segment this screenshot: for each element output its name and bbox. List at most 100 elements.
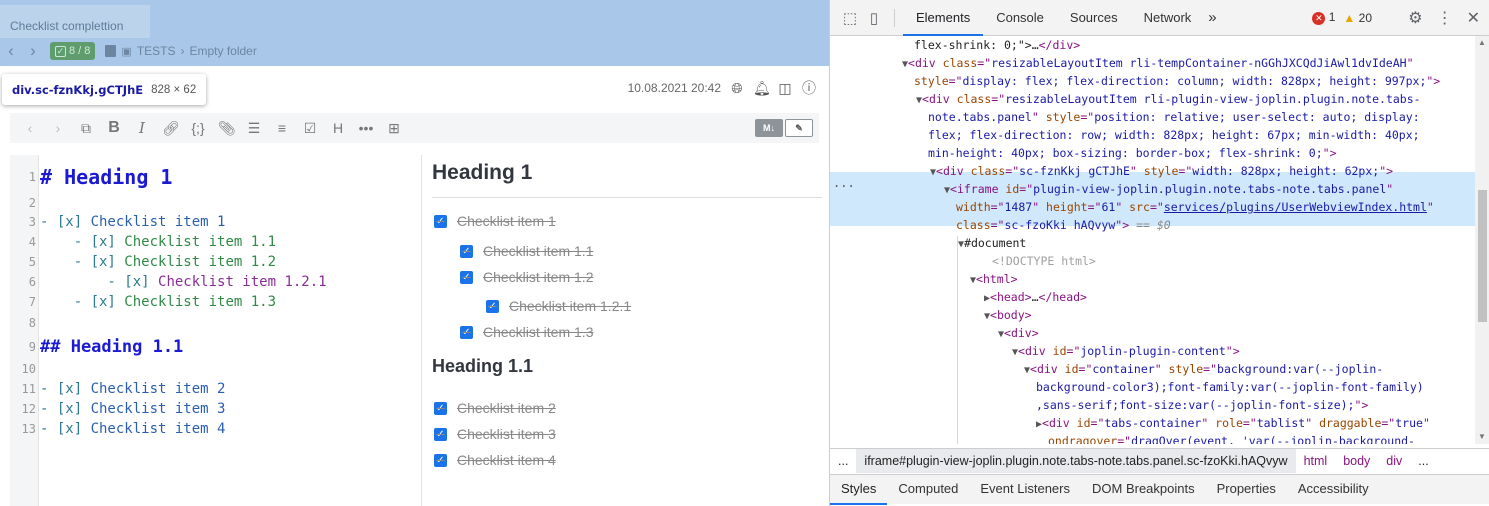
tab-event-listeners[interactable]: Event Listeners (969, 475, 1081, 505)
layout-toggle-icon[interactable]: ◫ (777, 80, 793, 96)
dom-node-line[interactable]: <!DOCTYPE html> (992, 253, 1096, 271)
warning-counter[interactable]: ▲ 20 (1343, 11, 1372, 25)
dom-node-line[interactable]: ▼<div class="resizableLayoutItem rli-tem… (902, 55, 1414, 73)
checkbox-icon[interactable]: ✓ (460, 244, 473, 258)
dom-node-line[interactable]: flex-shrink: 0;">…</div> (914, 37, 1080, 55)
tab-sources[interactable]: Sources (1057, 0, 1131, 36)
rich-text-toggle[interactable]: ✎ (785, 119, 813, 137)
settings-gear-icon[interactable]: ⚙ (1408, 8, 1422, 28)
more-icon[interactable]: ••• (358, 120, 374, 136)
dom-node-line[interactable]: note.tabs.panel" style="position: relati… (928, 109, 1420, 127)
node-actions-icon[interactable]: ... (833, 176, 855, 190)
todo-progress-badge[interactable]: ✓ 8 / 8 (50, 42, 96, 60)
editor-line[interactable]: 10 (10, 359, 420, 379)
close-icon[interactable]: ✕ (1467, 8, 1480, 28)
insert-datetime-icon[interactable]: ⊞ (386, 120, 402, 137)
tab-accessibility[interactable]: Accessibility (1287, 475, 1380, 505)
scroll-down-icon[interactable]: ▼ (1478, 432, 1486, 441)
dom-node-line[interactable]: ▼<div id="joplin-plugin-content"> (1012, 343, 1240, 361)
dom-node-line[interactable]: ▼#document (958, 235, 1026, 253)
dom-tree[interactable]: ... flex-shrink: 0;">…</div> ▼<div class=… (830, 36, 1475, 444)
attach-icon[interactable]: 📎︎ (218, 120, 236, 137)
scrollbar-thumb[interactable] (1478, 190, 1487, 322)
dom-scrollbar[interactable]: ▲ ▼ (1475, 36, 1489, 444)
info-icon[interactable]: ⓘ (801, 80, 817, 96)
checkbox-icon[interactable]: ✓ (460, 325, 473, 339)
dom-node-line[interactable]: min-height: 40px; box-sizing: border-box… (928, 145, 1337, 163)
checkbox-icon[interactable]: ✓ (434, 453, 447, 467)
tab-styles[interactable]: Styles (830, 475, 888, 505)
dom-node-line[interactable]: ▼<html> (970, 271, 1018, 289)
tab-network[interactable]: Network (1131, 0, 1205, 36)
editor-line[interactable]: 13 - [x] Checklist item 4 (10, 419, 420, 439)
italic-icon[interactable]: I (134, 119, 150, 137)
dom-node-line[interactable]: ▶<div id="tabs-container" role="tablist"… (1036, 415, 1430, 433)
breadcrumb-notebook[interactable]: TESTS (137, 44, 176, 58)
crumb-overflow[interactable]: ... (1410, 449, 1436, 473)
editor-line[interactable]: 3 - [x] Checklist item 1 (10, 212, 420, 232)
checkbox-icon[interactable]: ✓ (434, 401, 447, 415)
crumb-body[interactable]: body (1335, 449, 1378, 473)
kebab-menu-icon[interactable]: ⋮ (1437, 8, 1453, 28)
device-toolbar-icon[interactable]: ▯ (864, 8, 884, 28)
dom-node-line[interactable]: width="1487" height="61" src="services/p… (956, 199, 1434, 217)
bold-icon[interactable]: B (106, 119, 122, 137)
checkbox-icon[interactable]: ✓ (486, 299, 499, 313)
dom-node-line[interactable]: ▼<div class="resizableLayoutItem rli-plu… (916, 91, 1421, 109)
editor-line[interactable]: 4 - [x] Checklist item 1.1 (10, 232, 420, 252)
dom-node-line[interactable]: ▼<div> (998, 325, 1039, 343)
editor-line[interactable]: 6 - [x] Checklist item 1.2.1 (10, 272, 420, 292)
plugin-tab[interactable]: Checklist complettion (0, 5, 150, 38)
dom-node-line[interactable]: background-color3);font-family:var(--jop… (1036, 379, 1424, 397)
editor-line[interactable]: 2 (10, 193, 420, 213)
crumb-iframe[interactable]: iframe#plugin-view-joplin.plugin.note.ta… (856, 448, 1296, 473)
checkbox-icon[interactable]: ✓ (460, 270, 473, 284)
dom-node-line[interactable]: ,sans-serif;font-size:var(--joplin-font-… (1036, 397, 1368, 415)
forward-icon[interactable]: › (22, 41, 44, 61)
editor-line[interactable]: 8 (10, 313, 420, 333)
link-icon[interactable]: 🔗︎ (162, 120, 180, 137)
tab-elements[interactable]: Elements (903, 0, 984, 36)
scroll-up-icon[interactable]: ▲ (1478, 38, 1486, 47)
dom-node-line[interactable]: ▼<body> (984, 307, 1032, 325)
checkbox-icon[interactable]: ✓ (434, 214, 447, 228)
dom-node-line[interactable]: style="display: flex; flex-direction: co… (914, 73, 1440, 91)
dom-node-line[interactable]: flex; flex-direction: row; width: 828px;… (928, 127, 1420, 145)
bullet-list-icon[interactable]: ☰ (246, 120, 262, 137)
editor-line[interactable]: 7 - [x] Checklist item 1.3 (10, 292, 420, 312)
crumb-more[interactable]: ... (830, 449, 856, 473)
checkbox-icon[interactable]: ✓ (434, 427, 447, 441)
editor-line[interactable]: 11 - [x] Checklist item 2 (10, 379, 420, 399)
tab-title[interactable]: Checklist complettion (10, 19, 123, 33)
dom-node-line[interactable]: ondragover="dragOver(event, 'var(--jopli… (1048, 433, 1415, 444)
checklist-icon[interactable]: ☑ (302, 120, 318, 137)
globe-icon[interactable]: 🌐︎ (729, 80, 745, 96)
external-edit-icon[interactable]: ⧉ (78, 120, 94, 137)
dom-node-line[interactable]: ▼<iframe id="plugin-view-joplin.plugin.n… (944, 181, 1393, 199)
heading-icon[interactable]: H (330, 120, 346, 136)
dom-node-line[interactable]: ▼<div id="container" style="background:v… (1024, 361, 1383, 379)
breadcrumb-folder[interactable]: Empty folder (189, 44, 256, 58)
editor-line[interactable]: 9 ## Heading 1.1 (10, 337, 420, 357)
tab-properties[interactable]: Properties (1206, 475, 1287, 505)
tab-computed[interactable]: Computed (887, 475, 969, 505)
editor-line[interactable]: 1 # Heading 1 (10, 167, 420, 187)
tab-dom-breakpoints[interactable]: DOM Breakpoints (1081, 475, 1206, 505)
alarm-icon[interactable]: 🔔︎ (753, 80, 771, 96)
editor-line[interactable]: 5 - [x] Checklist item 1.2 (10, 252, 420, 272)
dom-node-line[interactable]: ▼<div class="sc-fznKkj gCTJhE" style="wi… (930, 163, 1393, 181)
error-counter[interactable]: ✕ 1 (1312, 10, 1335, 25)
tab-console[interactable]: Console (983, 0, 1057, 36)
markdown-toggle[interactable]: M↓ (755, 119, 783, 137)
issue-counters[interactable]: ✕ 1 ▲ 20 (1312, 10, 1372, 25)
dom-node-line[interactable]: ▶<head>…</head> (984, 289, 1087, 307)
back-icon[interactable]: ‹ (0, 41, 22, 61)
back-icon[interactable]: ‹ (22, 120, 38, 136)
forward-icon[interactable]: › (50, 120, 66, 136)
more-tabs-icon[interactable]: » (1204, 0, 1220, 36)
crumb-div[interactable]: div (1378, 449, 1410, 473)
editor-line[interactable]: 12 - [x] Checklist item 3 (10, 399, 420, 419)
dom-node-line[interactable]: class="sc-fzoKki hAQvyw"> == $0 (956, 217, 1171, 235)
inspect-element-icon[interactable]: ⬚ (840, 8, 860, 28)
numbered-list-icon[interactable]: ≡ (274, 120, 290, 136)
